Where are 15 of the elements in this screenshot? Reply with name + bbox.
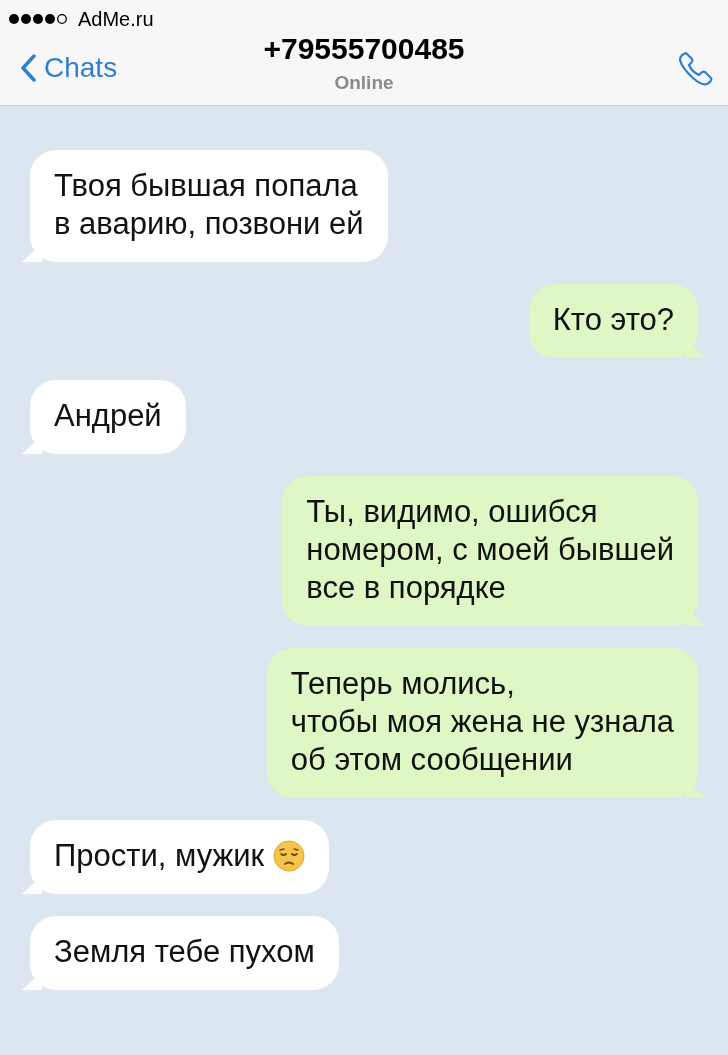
chevron-icon [20,53,36,82]
pensive-emoji-icon [272,840,305,872]
sent-message: Теперь молись, чтобы моя жена не узнала об этом сообщении [266,648,698,798]
contact-status: Online [334,72,394,94]
received-message: Андрей [30,380,186,454]
received-message: Твоя бывшая попала в аварию, позвони ей [30,150,388,262]
sent-message: Ты, видимо, ошибся номером, с моей бывшей все в порядке [282,476,698,626]
sent-message: Кто это? [528,284,698,358]
carrier-name: AdMe.ru [78,7,154,31]
back-button[interactable]: Chats [20,51,118,84]
signal-icon [8,13,70,25]
phone-icon[interactable] [678,49,714,86]
received-message: Земля тебе пухом [30,916,339,990]
contact-title: +79555700485 [263,32,465,66]
received-message: Прости, мужик [30,820,329,894]
